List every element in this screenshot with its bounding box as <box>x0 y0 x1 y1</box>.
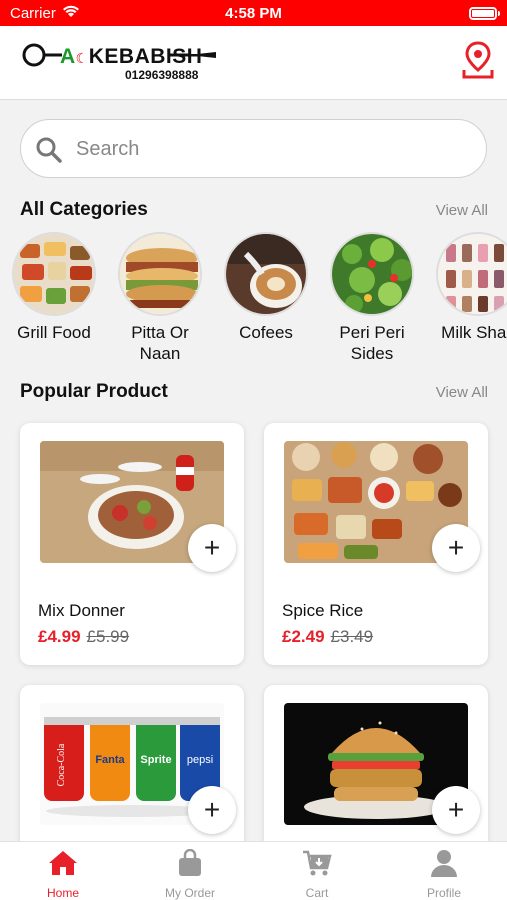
plus-icon: + <box>203 532 221 563</box>
category-milk-shakes[interactable]: Milk Shak <box>430 232 507 343</box>
add-to-cart-button[interactable]: + <box>188 786 236 834</box>
tab-my-order[interactable]: My Order <box>127 848 253 900</box>
category-label: Cofees <box>239 323 293 342</box>
plus-icon: + <box>447 794 465 825</box>
svg-text:Sprite: Sprite <box>140 754 171 766</box>
person-icon <box>381 848 507 878</box>
product-card-soft-drinks[interactable]: Coca-Cola Fanta Sprite pepsi + <box>20 685 244 865</box>
add-to-cart-button[interactable]: + <box>432 786 480 834</box>
tab-label: Home <box>46 886 79 900</box>
search-bar[interactable] <box>20 119 487 178</box>
battery-icon <box>469 7 500 20</box>
tab-label: Cart <box>305 886 329 900</box>
location-pin-button[interactable] <box>461 40 495 80</box>
svg-text:Coca-Cola: Coca-Cola <box>56 743 67 786</box>
plus-icon: + <box>447 532 465 563</box>
brand-phone: 01296398888 <box>125 68 199 82</box>
category-label: Peri Peri Sides <box>339 323 405 363</box>
popular-view-all-link[interactable]: View All <box>436 384 488 401</box>
category-cofees[interactable]: Cofees <box>218 232 314 343</box>
category-label: Pitta Or Naan <box>131 323 189 363</box>
clock: 4:58 PM <box>225 5 282 22</box>
product-price: £2.49 <box>282 627 325 646</box>
product-card-burger[interactable]: + <box>264 685 488 865</box>
tab-home[interactable]: Home <box>0 848 126 900</box>
product-prices: £2.49 £3.49 <box>282 627 373 647</box>
bottom-tab-bar: Home My Order Cart Profile <box>0 841 507 900</box>
category-image <box>118 232 202 316</box>
product-prices: £4.99 £5.99 <box>38 627 129 647</box>
tab-label: Profile <box>426 886 461 900</box>
category-image <box>12 232 96 316</box>
status-bar: Carrier 4:58 PM <box>0 0 507 26</box>
app-header: A☾KEBABISH 01296398888 <box>0 26 507 100</box>
product-old-price: £3.49 <box>330 627 374 646</box>
product-card-mix-donner[interactable]: + Mix Donner £4.99 £5.99 <box>20 423 244 665</box>
popular-title: Popular Product <box>20 381 168 402</box>
product-old-price: £5.99 <box>86 627 130 646</box>
home-icon <box>0 848 126 878</box>
categories-title: All Categories <box>20 199 148 220</box>
product-name: Spice Rice <box>282 601 364 620</box>
category-label: Milk Shak <box>441 323 507 342</box>
category-pitta-or-naan[interactable]: Pitta Or Naan <box>112 232 208 364</box>
category-peri-peri-sides[interactable]: Peri Peri Sides <box>324 232 420 364</box>
product-card-spice-rice[interactable]: + Spice Rice £2.49 £3.49 <box>264 423 488 665</box>
add-to-cart-button[interactable]: + <box>432 524 480 572</box>
product-price: £4.99 <box>38 627 81 646</box>
product-name: Mix Donner <box>38 601 125 620</box>
category-grill-food[interactable]: Grill Food <box>12 232 102 343</box>
cart-icon <box>254 848 380 878</box>
tab-label: My Order <box>164 886 215 900</box>
tab-cart[interactable]: Cart <box>254 848 380 900</box>
location-pin-icon <box>462 41 494 79</box>
svg-text:pepsi: pepsi <box>187 754 213 766</box>
bag-icon <box>127 848 253 878</box>
categories-carousel[interactable]: Grill Food Pitta Or Naan Cofees Peri Per… <box>12 232 507 372</box>
brand-logo[interactable]: A☾KEBABISH 01296398888 <box>20 40 220 90</box>
brand-name: A☾KEBABISH <box>60 45 203 68</box>
plus-icon: + <box>203 794 221 825</box>
categories-view-all-link[interactable]: View All <box>436 202 488 219</box>
tab-profile[interactable]: Profile <box>381 848 507 900</box>
category-image <box>224 232 308 316</box>
svg-text:Fanta: Fanta <box>95 754 125 766</box>
search-icon <box>35 136 63 169</box>
category-label: Grill Food <box>17 323 91 342</box>
add-to-cart-button[interactable]: + <box>188 524 236 572</box>
search-input[interactable] <box>76 130 466 168</box>
category-image <box>330 232 414 316</box>
category-image <box>436 232 507 316</box>
